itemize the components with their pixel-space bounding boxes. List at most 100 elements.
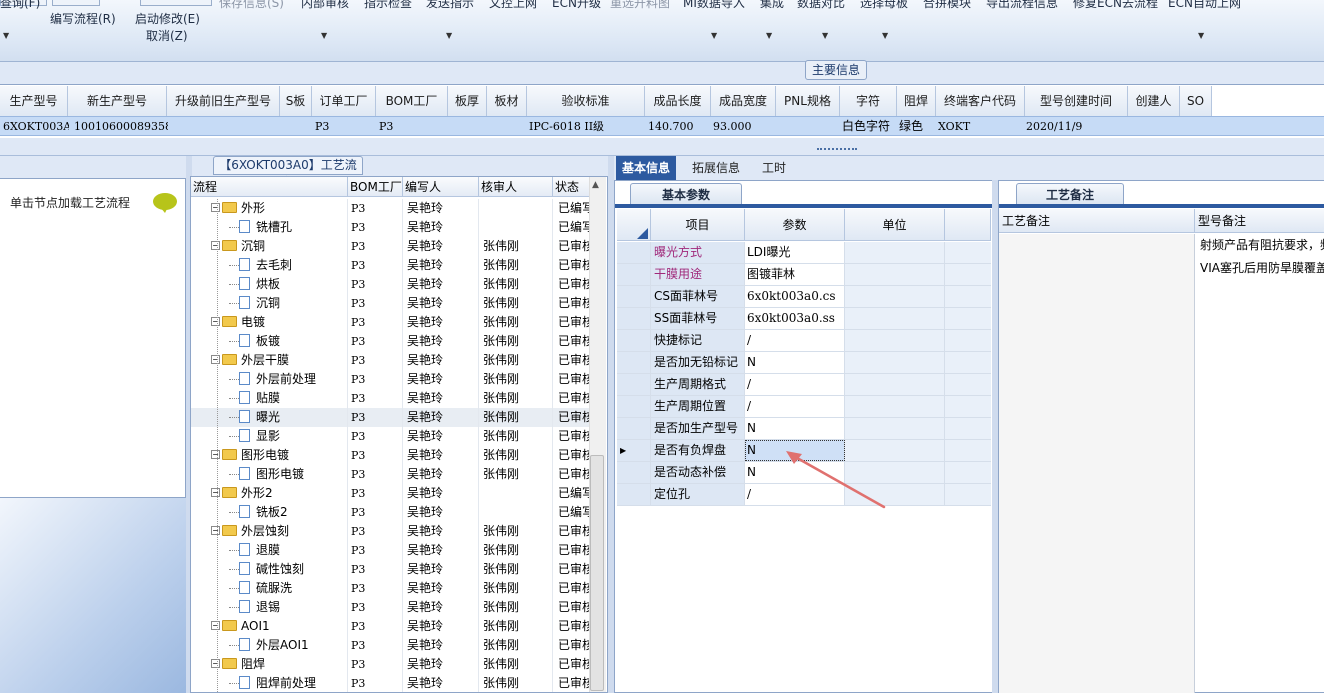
column-header[interactable]: 板材: [487, 86, 527, 116]
tree-cell-writer[interactable]: 吴艳玲: [407, 256, 479, 275]
tree-cell-bom[interactable]: P3: [351, 237, 403, 256]
tree-cell-writer[interactable]: 吴艳玲: [407, 313, 479, 332]
tree-cell-reviewer[interactable]: 张伟刚: [483, 617, 553, 636]
tree-cell-writer[interactable]: 吴艳玲: [407, 579, 479, 598]
tree-cell-status[interactable]: 已编写: [558, 218, 590, 237]
node-panel[interactable]: [0, 178, 186, 498]
tree-cell-writer[interactable]: 吴艳玲: [407, 636, 479, 655]
tree-node-cell[interactable]: − 外层干膜: [191, 351, 348, 370]
param-unit[interactable]: [845, 330, 945, 351]
column-header[interactable]: 生产型号: [0, 86, 68, 116]
tree-cell-reviewer[interactable]: 张伟刚: [483, 294, 553, 313]
tree-node-row[interactable]: 铣板2 P3吴艳玲 已编写: [191, 503, 591, 522]
tree-node-row[interactable]: 铣槽孔 P3吴艳玲 已编写: [191, 218, 591, 237]
tree-cell-status[interactable]: 已审核: [558, 256, 590, 275]
tree-cell-bom[interactable]: P3: [351, 560, 403, 579]
column-header[interactable]: BOM工厂: [376, 86, 448, 116]
row-indicator[interactable]: ▶: [617, 440, 651, 461]
tree-node-cell[interactable]: 铣板2: [191, 503, 348, 522]
tree-cell-status[interactable]: 已审核: [558, 522, 590, 541]
collapse-icon[interactable]: −: [211, 241, 220, 250]
tree-node-cell[interactable]: 曝光: [191, 408, 348, 427]
param-row[interactable]: 曝光方式 LDI曝光: [617, 242, 991, 264]
tree-node-row[interactable]: 图形电镀 P3吴艳玲张伟刚已审核: [191, 465, 591, 484]
column-header[interactable]: 成品长度: [645, 86, 711, 116]
ecn-auto-online-button[interactable]: ECN自动上网: [1168, 0, 1241, 11]
merge-module-button[interactable]: 合拼模块: [923, 0, 971, 11]
data-compare-button[interactable]: 数据对比: [797, 0, 845, 11]
cell-created[interactable]: 2020/11/9: [1026, 117, 1126, 136]
tree-cell-reviewer[interactable]: [483, 503, 553, 522]
tree-cell-status[interactable]: 已审核: [558, 598, 590, 617]
tree-cell-reviewer[interactable]: 张伟刚: [483, 655, 553, 674]
tree-cell-reviewer[interactable]: 张伟刚: [483, 370, 553, 389]
tree-cell-writer[interactable]: 吴艳玲: [407, 598, 479, 617]
tree-node-row[interactable]: − 外形2 P3吴艳玲 已编写: [191, 484, 591, 503]
tree-cell-reviewer[interactable]: 张伟刚: [483, 351, 553, 370]
param-unit[interactable]: [845, 352, 945, 373]
row-indicator[interactable]: [617, 484, 651, 505]
tree-cell-bom[interactable]: P3: [351, 446, 403, 465]
tree-cell-bom[interactable]: P3: [351, 617, 403, 636]
param-row[interactable]: 是否加无铅标记 N: [617, 352, 991, 374]
row-indicator[interactable]: [617, 308, 651, 329]
tree-cell-writer[interactable]: 吴艳玲: [407, 446, 479, 465]
tree-node-cell[interactable]: 外层前处理: [191, 370, 348, 389]
param-row[interactable]: 生产周期格式 /: [617, 374, 991, 396]
tree-cell-status[interactable]: 已审核: [558, 446, 590, 465]
tree-node-cell[interactable]: − 外形2: [191, 484, 348, 503]
tab-extended-info[interactable]: 拓展信息: [686, 156, 746, 180]
tree-column-header[interactable]: 流程: [191, 177, 348, 197]
tree-cell-status[interactable]: 已审核: [558, 655, 590, 674]
tree-node-row[interactable]: 外层前处理 P3吴艳玲张伟刚已审核: [191, 370, 591, 389]
param-row[interactable]: 干膜用途 图镀菲林: [617, 264, 991, 286]
export-flow-info-button[interactable]: 导出流程信息: [986, 0, 1058, 11]
column-header[interactable]: 阻焊: [897, 86, 936, 116]
send-instruction-button[interactable]: 发送指示: [426, 0, 474, 11]
tree-cell-bom[interactable]: P3: [351, 484, 403, 503]
tree-node-row[interactable]: 沉铜 P3吴艳玲张伟刚已审核: [191, 294, 591, 313]
tree-cell-status[interactable]: 已审核: [558, 674, 590, 692]
tree-node-row[interactable]: − 图形电镀 P3吴艳玲张伟刚已审核: [191, 446, 591, 465]
tree-cell-writer[interactable]: 吴艳玲: [407, 332, 479, 351]
tree-node-row[interactable]: 阻焊前处理 P3吴艳玲张伟刚已审核: [191, 674, 591, 692]
column-header[interactable]: 板厚: [448, 86, 487, 116]
tree-node-row[interactable]: − AOI1 P3吴艳玲张伟刚已审核: [191, 617, 591, 636]
cancel-button[interactable]: 取消(Z): [146, 27, 188, 44]
tree-cell-writer[interactable]: 吴艳玲: [407, 370, 479, 389]
tree-cell-reviewer[interactable]: 张伟刚: [483, 446, 553, 465]
tree-node-cell[interactable]: 显影: [191, 427, 348, 446]
tree-column-header[interactable]: 编写人: [403, 177, 479, 197]
dropdown-arrow-icon[interactable]: ▼: [446, 31, 452, 40]
collapse-icon[interactable]: −: [211, 203, 220, 212]
tree-node-cell[interactable]: 贴膜: [191, 389, 348, 408]
cell-width[interactable]: 93.000: [713, 117, 773, 136]
model-note-line[interactable]: 射频产品有阻抗要求，频: [1200, 236, 1324, 253]
cell-bom-factory[interactable]: P3: [379, 117, 419, 136]
column-header[interactable]: S板: [280, 86, 312, 116]
tree-cell-writer[interactable]: 吴艳玲: [407, 655, 479, 674]
param-row[interactable]: SS面菲林号 6x0kt003a0.ss: [617, 308, 991, 330]
param-row[interactable]: 快捷标记 /: [617, 330, 991, 352]
tree-cell-reviewer[interactable]: 张伟刚: [483, 560, 553, 579]
param-value[interactable]: /: [745, 374, 845, 395]
dropdown-arrow-icon[interactable]: ▼: [3, 31, 9, 40]
tree-cell-status[interactable]: 已审核: [558, 370, 590, 389]
tree-cell-bom[interactable]: P3: [351, 522, 403, 541]
tree-node-cell[interactable]: − 沉铜: [191, 237, 348, 256]
tree-cell-status[interactable]: 已审核: [558, 579, 590, 598]
row-indicator[interactable]: [617, 462, 651, 483]
tree-cell-bom[interactable]: P3: [351, 218, 403, 237]
tree-cell-bom[interactable]: P3: [351, 541, 403, 560]
column-header[interactable]: SO: [1180, 86, 1212, 116]
column-header[interactable]: 型号创建时间: [1025, 86, 1128, 116]
tree-node-row[interactable]: 显影 P3吴艳玲张伟刚已审核: [191, 427, 591, 446]
tree-cell-writer[interactable]: 吴艳玲: [407, 237, 479, 256]
tree-cell-writer[interactable]: 吴艳玲: [407, 218, 479, 237]
tree-cell-reviewer[interactable]: 张伟刚: [483, 465, 553, 484]
tree-column-header[interactable]: 状态: [553, 177, 591, 197]
column-header[interactable]: 升级前旧生产型号: [167, 86, 280, 116]
tree-node-row[interactable]: 硫脲洗 P3吴艳玲张伟刚已审核: [191, 579, 591, 598]
tree-cell-bom[interactable]: P3: [351, 598, 403, 617]
cell-standard[interactable]: IPC-6018 II级: [529, 117, 641, 136]
